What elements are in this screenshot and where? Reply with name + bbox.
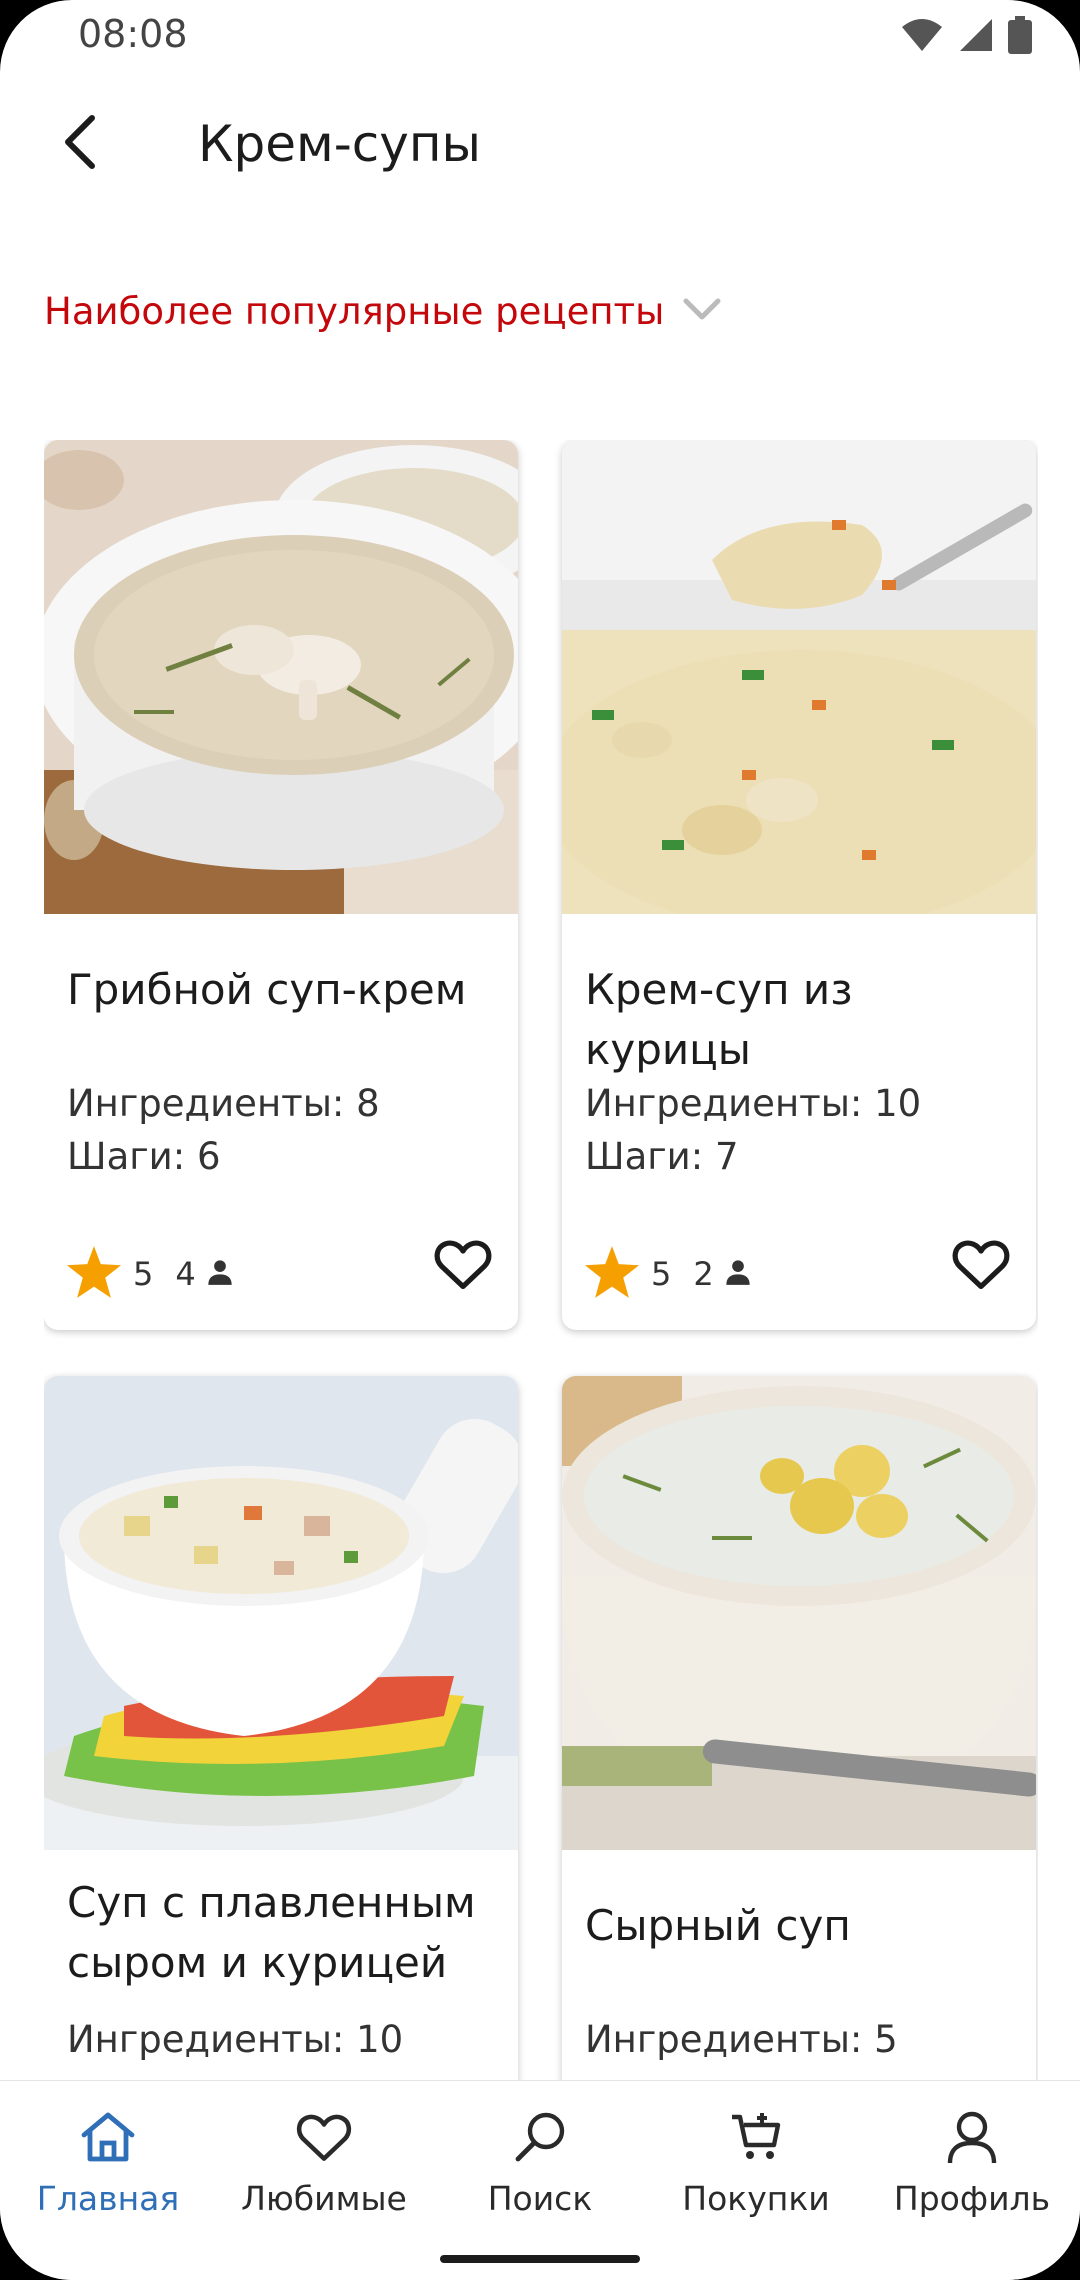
recipe-card[interactable]: Крем-суп из курицы Ингредиенты: 10 Шаги:… [562,440,1036,1330]
star-icon [585,1246,639,1302]
status-bar: 08:08 [0,0,1080,72]
heart-icon [292,2105,356,2169]
status-icons [900,16,1032,58]
recipe-title: Сырный суп [585,1901,851,1950]
nav-label-shopping: Покупки [682,2179,830,2218]
recipe-image [562,1376,1036,1850]
recipe-ingredients: Ингредиенты: 10 [67,2018,404,2061]
sort-label: Наиболее популярные рецепты [44,290,665,333]
nav-label-profile: Профиль [893,2179,1051,2218]
back-button[interactable] [44,108,116,180]
chevron-down-icon [682,297,722,327]
battery-icon [1008,16,1032,58]
favorite-button[interactable] [431,1234,495,1298]
recipe-ingredients: Ингредиенты: 8 [67,1082,380,1125]
home-icon [76,2105,140,2169]
app-header: Крем-супы [0,90,1080,200]
recipe-image [44,1376,518,1850]
status-time: 08:08 [78,12,188,56]
recipe-rating: 5 2 [585,1246,752,1302]
recipe-image [44,440,518,914]
reviews-count: 2 [693,1255,714,1293]
person-icon [206,1258,234,1290]
favorite-button[interactable] [949,1234,1013,1298]
cart-icon [724,2105,788,2169]
nav-item-home[interactable]: Главная [0,2105,216,2218]
recipe-ingredients: Ингредиенты: 5 [585,2018,898,2061]
recipe-rating: 5 4 [67,1246,234,1302]
nav-item-favorites[interactable]: Любимые [216,2105,432,2218]
nav-item-shopping[interactable]: Покупки [648,2105,864,2218]
nav-item-search[interactable]: Поиск [432,2105,648,2218]
profile-icon [940,2105,1004,2169]
recipe-footer: 5 4 [67,1230,495,1310]
recipe-card[interactable]: Суп с плавленным сыром и курицей Ингреди… [44,1376,518,2080]
person-icon [724,1258,752,1290]
recipe-title: Крем-суп из курицы [585,965,853,1074]
star-icon [67,1246,121,1302]
app-screen: 08:08 Крем-супы Наиболее популярные реце… [0,0,1080,2280]
heart-outline-icon [434,1238,492,1294]
rating-value: 5 [133,1255,154,1293]
recipe-title: Грибной суп-крем [67,965,467,1014]
home-indicator[interactable] [440,2255,640,2263]
nav-label-home: Главная [36,2179,180,2218]
reviews-count: 4 [175,1255,196,1293]
nav-label-favorites: Любимые [241,2179,407,2218]
recipe-grid: Грибной суп-крем Ингредиенты: 8 Шаги: 6 … [44,440,1038,2080]
signal-icon [958,17,994,57]
rating-value: 5 [651,1255,672,1293]
bottom-navigation: Главная Любимые Поиск Покупки Профиль [0,2080,1080,2280]
sort-dropdown[interactable]: Наиболее популярные рецепты [44,290,722,333]
back-arrow-icon [60,114,100,174]
recipe-steps: Шаги: 6 [67,1135,221,1178]
page-title: Крем-супы [198,115,482,173]
wifi-icon [900,17,944,57]
recipe-card[interactable]: Сырный суп Ингредиенты: 5 [562,1376,1036,2080]
nav-item-profile[interactable]: Профиль [864,2105,1080,2218]
recipe-ingredients: Ингредиенты: 10 [585,1082,922,1125]
recipe-steps: Шаги: 7 [585,1135,739,1178]
recipe-footer: 5 2 [585,1230,1013,1310]
recipe-image [562,440,1036,914]
recipe-title: Суп с плавленным сыром и курицей [67,1878,476,1987]
heart-outline-icon [952,1238,1010,1294]
recipe-card[interactable]: Грибной суп-крем Ингредиенты: 8 Шаги: 6 … [44,440,518,1330]
search-icon [508,2105,572,2169]
nav-label-search: Поиск [487,2179,593,2218]
